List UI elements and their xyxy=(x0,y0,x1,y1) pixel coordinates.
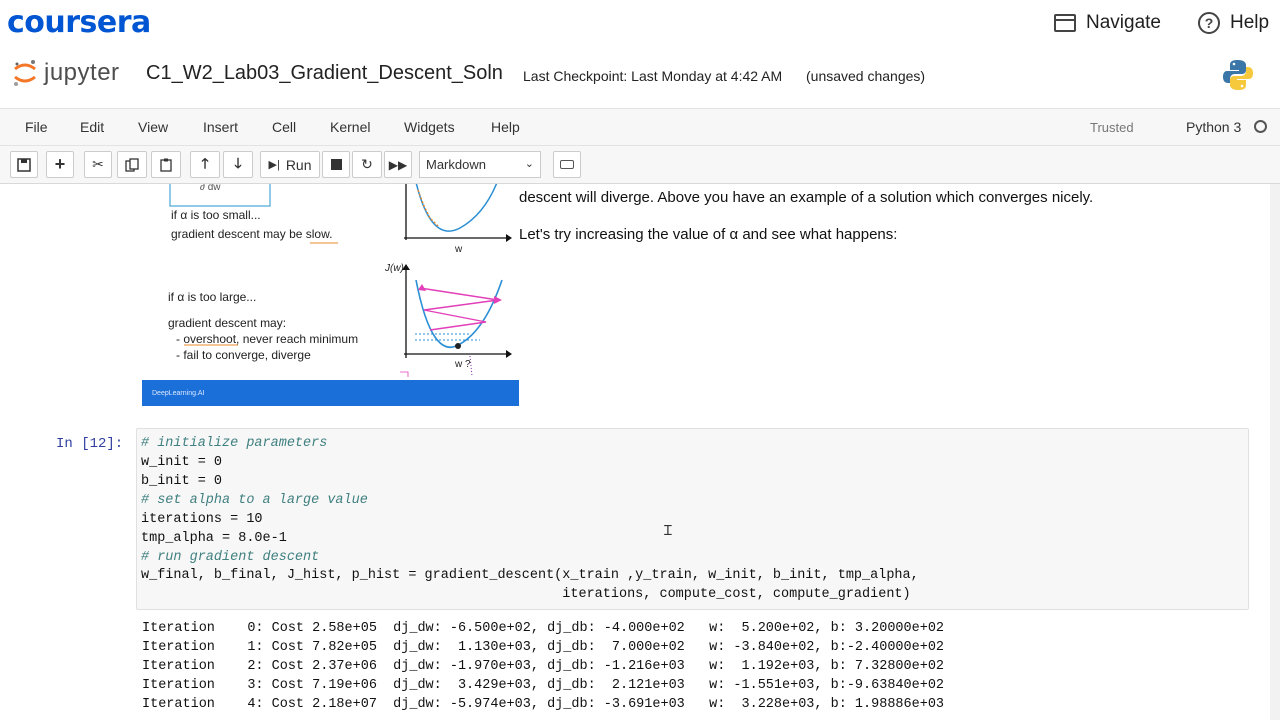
code-line: iterations = 10 xyxy=(141,512,263,527)
plus-icon: + xyxy=(54,154,66,174)
menu-widgets[interactable]: Widgets xyxy=(404,119,455,135)
save-button[interactable] xyxy=(10,151,38,178)
chevron-down-icon: ⌄ xyxy=(524,158,534,170)
move-down-button[interactable]: 🡓 xyxy=(223,151,253,178)
text-cursor-icon: Ɪ xyxy=(664,522,672,538)
paste-button[interactable] xyxy=(151,151,181,178)
menu-help[interactable]: Help xyxy=(491,119,520,135)
code-line: # set alpha to a large value xyxy=(141,493,368,508)
restart-icon: ↻ xyxy=(361,156,373,172)
axis-w-question-label: w ? xyxy=(455,359,471,370)
cut-button[interactable]: ✂ xyxy=(84,151,112,178)
trusted-indicator[interactable]: Trusted xyxy=(1083,115,1141,141)
unsaved-status: (unsaved changes) xyxy=(806,68,926,84)
code-line: tmp_alpha = 8.0e-1 xyxy=(141,531,287,546)
run-label: Run xyxy=(285,156,312,173)
restart-run-all-button[interactable]: ▶▶ xyxy=(384,151,412,178)
move-up-button[interactable]: 🡑 xyxy=(190,151,220,178)
kernel-name[interactable]: Python 3 xyxy=(1186,119,1241,135)
restart-button[interactable]: ↻ xyxy=(352,151,382,178)
fast-forward-icon: ▶▶ xyxy=(388,157,408,172)
coursera-logo[interactable]: coursera xyxy=(7,5,151,40)
code-line: # initialize parameters xyxy=(141,436,328,451)
checkpoint-status: Last Checkpoint: Last Monday at 4:42 AM xyxy=(523,68,783,84)
markdown-line-1: descent will diverge. Above you have an … xyxy=(519,189,1094,206)
step-forward-icon: ▶| xyxy=(268,159,280,171)
kernel-idle-icon xyxy=(1254,120,1267,133)
arrow-up-icon: 🡑 xyxy=(201,154,209,171)
code-line: iterations, compute_cost, compute_gradie… xyxy=(141,587,911,602)
jupyter-header: jupyter C1_W2_Lab03_Gradient_Descent_Sol… xyxy=(0,50,1280,102)
jupyter-logo[interactable]: jupyter xyxy=(12,58,120,88)
menu-file[interactable]: File xyxy=(25,119,48,135)
svg-text:∂ dw: ∂ dw xyxy=(200,184,221,193)
axis-w-label: w xyxy=(455,244,463,255)
banner-text: DeepLearning.AI xyxy=(152,390,205,397)
jupyter-wordmark: jupyter xyxy=(44,59,120,86)
large-alpha-desc3: - fail to converge, diverge xyxy=(176,348,311,362)
command-palette-button[interactable] xyxy=(553,151,581,178)
output-line: Iteration 0: Cost 2.58e+05 dj_dw: -6.500… xyxy=(142,621,945,636)
notebook-toolbar: + ✂ 🡑 🡓 ▶| Run ↻ ▶▶ Markdown ⌄ xyxy=(0,146,1280,184)
code-line: w_init = 0 xyxy=(141,455,223,470)
output-line: Iteration 2: Cost 2.37e+06 dj_dw: -1.970… xyxy=(142,659,945,674)
arrow-down-icon: 🡓 xyxy=(234,154,242,171)
small-alpha-desc: gradient descent may be slow. xyxy=(171,227,333,241)
large-alpha-desc1: gradient descent may: xyxy=(168,316,287,330)
menu-view[interactable]: View xyxy=(138,119,168,135)
python-logo-icon xyxy=(1223,60,1253,90)
insert-cell-button[interactable]: + xyxy=(46,151,74,178)
cell-type-select[interactable]: Markdown ⌄ xyxy=(419,151,541,178)
code-line: b_init = 0 xyxy=(141,474,223,489)
run-button[interactable]: ▶| Run xyxy=(260,151,320,178)
large-alpha-title: if α is too large... xyxy=(168,290,257,304)
jupyter-orbit-icon xyxy=(14,60,36,86)
help-icon: ? xyxy=(1198,12,1220,34)
notebook-title[interactable]: C1_W2_Lab03_Gradient_Descent_Soln xyxy=(146,62,503,85)
scrollbar[interactable] xyxy=(1270,184,1280,720)
large-alpha-desc2: - overshoot, never reach minimum xyxy=(176,332,359,346)
code-line: w_final, b_final, J_hist, p_hist = gradi… xyxy=(141,568,919,583)
keyboard-icon xyxy=(560,160,574,169)
help-label: Help xyxy=(1230,12,1270,33)
interrupt-button[interactable] xyxy=(322,151,350,178)
coursera-top-bar: coursera Navigate ? Help xyxy=(0,0,1280,50)
navigate-button[interactable]: Navigate xyxy=(1054,12,1161,34)
axis-jw-label: J(w) xyxy=(385,263,404,274)
output-line: Iteration 4: Cost 2.18e+07 dj_dw: -5.974… xyxy=(142,697,945,712)
output-line: Iteration 3: Cost 7.19e+06 dj_dw: 3.429e… xyxy=(142,678,945,693)
copy-icon xyxy=(125,157,139,172)
scissors-icon: ✂ xyxy=(92,156,104,172)
save-icon xyxy=(17,157,31,172)
code-line: # run gradient descent xyxy=(141,550,320,565)
stop-icon xyxy=(330,159,342,170)
navigate-label: Navigate xyxy=(1086,12,1161,33)
cell-prompt: In [12]: xyxy=(56,436,124,452)
help-button[interactable]: ? Help xyxy=(1198,12,1269,34)
menu-insert[interactable]: Insert xyxy=(203,119,238,135)
menu-edit[interactable]: Edit xyxy=(80,119,104,135)
small-alpha-title: if α is too small... xyxy=(171,208,261,222)
cell-type-value: Markdown xyxy=(426,157,486,172)
menu-kernel[interactable]: Kernel xyxy=(330,119,370,135)
markdown-line-2: Let's try increasing the value of α and … xyxy=(519,226,898,243)
paste-icon xyxy=(160,158,172,172)
copy-button[interactable] xyxy=(117,151,147,178)
window-icon xyxy=(1054,14,1076,32)
menu-cell[interactable]: Cell xyxy=(272,119,296,135)
menu-bar: File Edit View Insert Cell Kernel Widget… xyxy=(0,108,1280,146)
output-line: Iteration 1: Cost 7.82e+05 dj_dw: 1.130e… xyxy=(142,640,945,655)
